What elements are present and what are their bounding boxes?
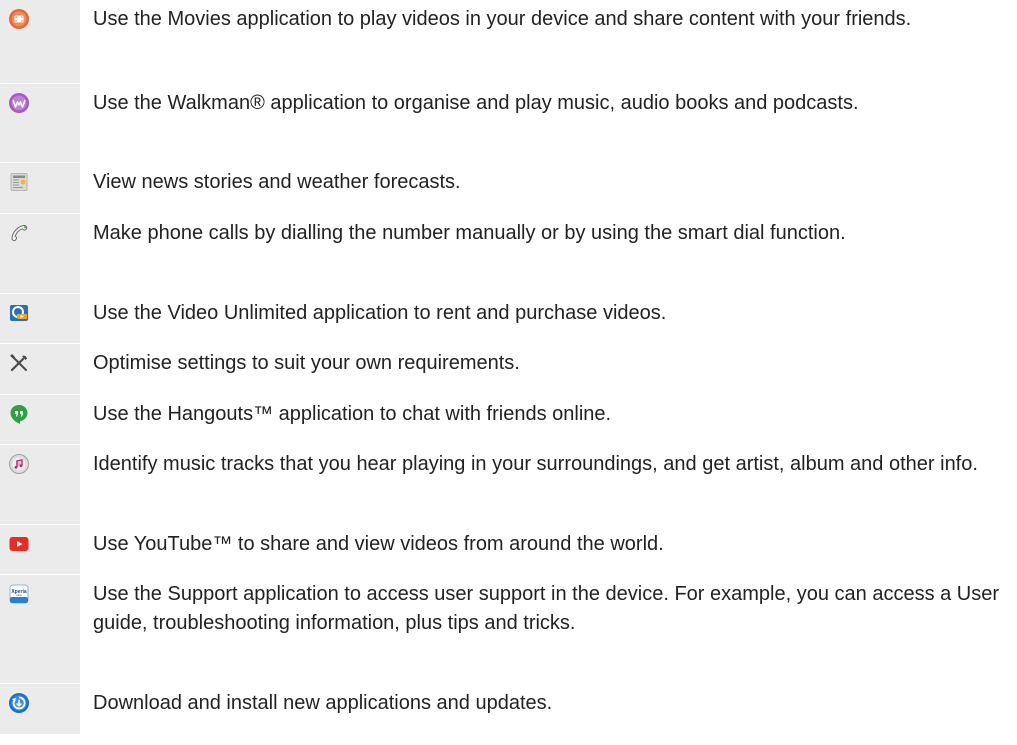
list-item: Use the Walkman® application to organise…: [0, 84, 1017, 163]
icon-cell: [0, 84, 80, 163]
list-item: Xperia care Use the Support application …: [0, 575, 1017, 684]
walkman-icon: [9, 93, 29, 113]
icon-cell: [0, 684, 80, 735]
list-item: Optimise settings to suit your own requi…: [0, 344, 1017, 395]
icon-cell: [0, 163, 80, 214]
icon-cell: Xperia care: [0, 575, 80, 684]
icon-cell: [0, 344, 80, 395]
update-center-icon: [9, 693, 29, 713]
youtube-icon: [9, 537, 29, 551]
video-unlimited-icon: [10, 305, 28, 321]
phone-icon: [11, 224, 28, 242]
hangouts-icon: [10, 405, 28, 424]
icon-cell: [0, 214, 80, 294]
icon-cell: [0, 525, 80, 575]
app-description: Identify music tracks that you hear play…: [93, 453, 978, 475]
list-item: Use YouTube™ to share and view videos fr…: [0, 525, 1017, 575]
list-item: Use the Video Unlimited application to r…: [0, 294, 1017, 344]
app-description: Use the Video Unlimited application to r…: [93, 302, 667, 324]
support-icon: Xperia care: [9, 584, 29, 604]
movies-icon: [9, 9, 29, 29]
icon-cell: [0, 294, 80, 344]
news-weather-icon: [10, 173, 28, 191]
app-description: View news stories and weather forecasts.: [93, 171, 461, 193]
app-description: Download and install new applications an…: [93, 692, 553, 714]
app-description: Use the Walkman® application to organise…: [93, 92, 859, 114]
app-description: Use the Support application to access us…: [93, 583, 1000, 634]
trackid-icon: [9, 454, 29, 474]
app-description: Optimise settings to suit your own requi…: [93, 352, 520, 374]
list-item: Use the Hangouts™ application to chat wi…: [0, 395, 1017, 445]
list-item: Download and install new applications an…: [0, 684, 1017, 735]
icon-cell: [0, 395, 80, 445]
settings-icon: [10, 353, 27, 372]
list-item: View news stories and weather forecasts.: [0, 163, 1017, 214]
app-description: Use the Hangouts™ application to chat wi…: [93, 403, 612, 425]
list-item: Use the Movies application to play video…: [0, 0, 1017, 84]
list-item: Make phone calls by dialling the number …: [0, 214, 1017, 294]
support-icon-sublabel: care: [16, 593, 22, 597]
icon-cell: [0, 445, 80, 525]
icon-cell: [0, 0, 80, 84]
list-item: Identify music tracks that you hear play…: [0, 445, 1017, 525]
app-description: Use YouTube™ to share and view videos fr…: [93, 533, 664, 555]
app-description: Use the Movies application to play video…: [93, 8, 912, 30]
app-description: Make phone calls by dialling the number …: [93, 222, 846, 244]
